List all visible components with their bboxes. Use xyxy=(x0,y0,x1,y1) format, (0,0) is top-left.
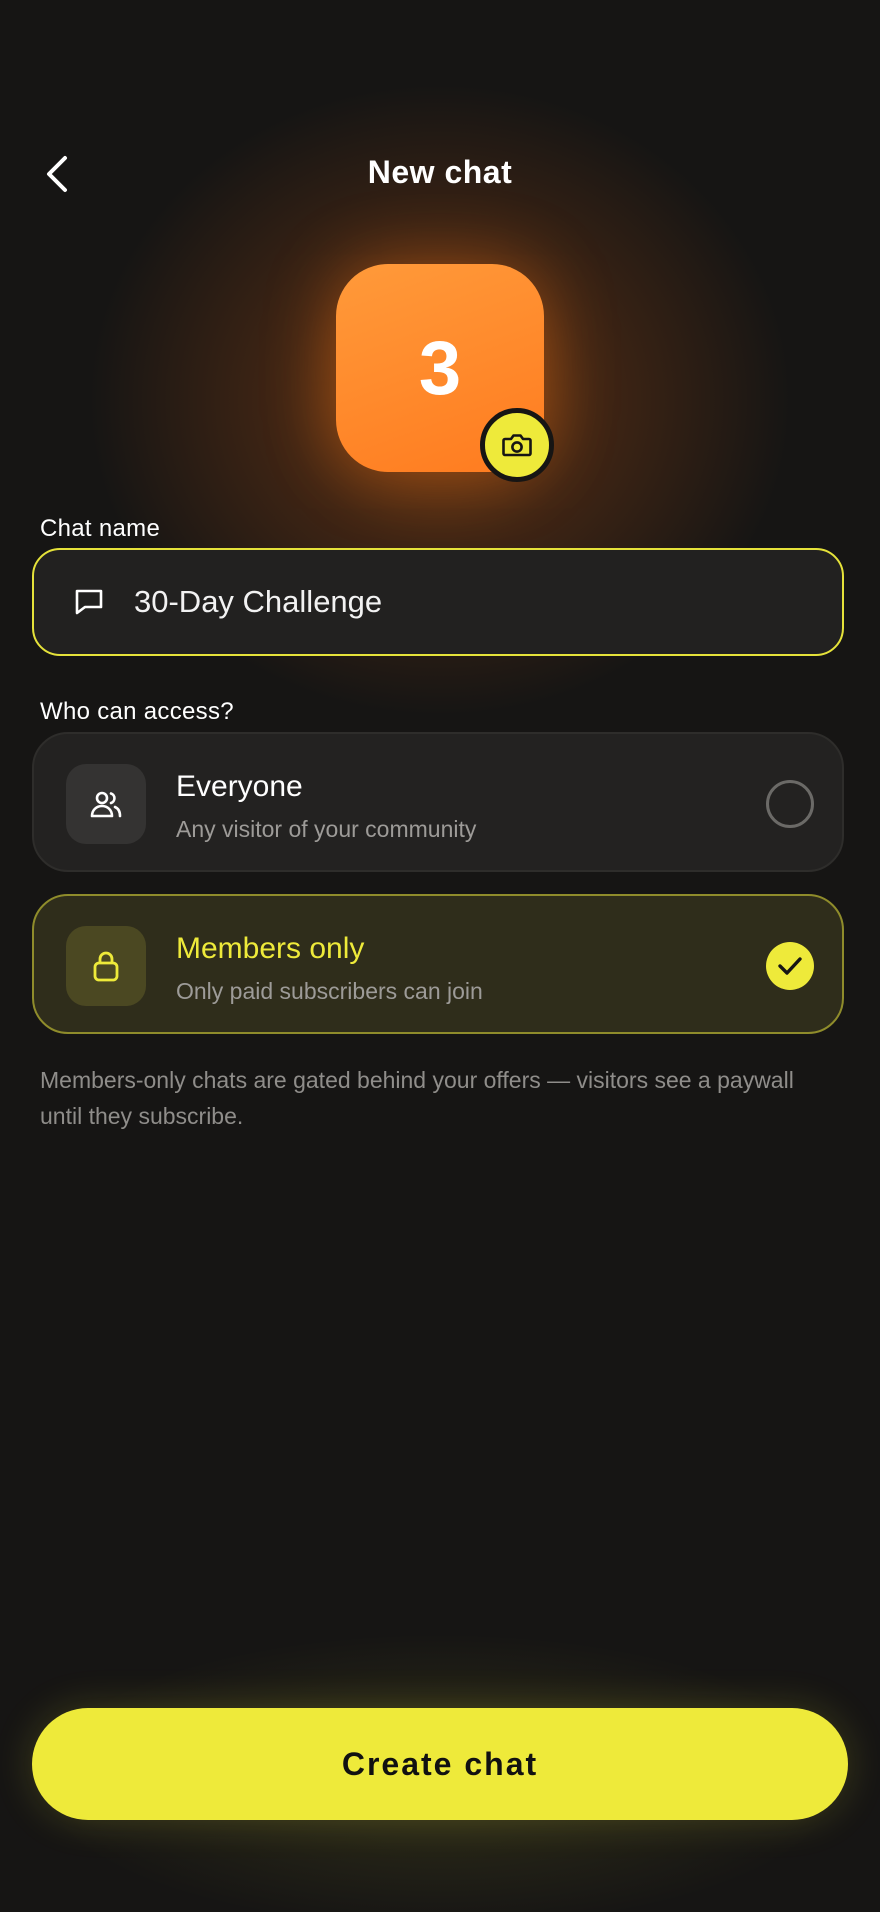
users-icon xyxy=(66,764,146,844)
option-subtitle: Only paid subscribers can join xyxy=(176,978,483,1004)
access-label: Who can access? xyxy=(40,698,234,725)
chat-name-input[interactable] xyxy=(132,583,776,621)
access-note: Members-only chats are gated behind your… xyxy=(40,1067,794,1129)
option-title: Everyone xyxy=(176,770,303,803)
lock-icon xyxy=(66,926,146,1006)
header: New chat xyxy=(0,140,880,210)
radio-selected[interactable] xyxy=(766,942,814,990)
page-title: New chat xyxy=(367,154,513,190)
change-photo-button[interactable] xyxy=(480,408,554,482)
create-chat-button[interactable]: Create chat xyxy=(32,1708,848,1820)
option-subtitle: Any visitor of your community xyxy=(176,816,477,842)
access-option-members-only[interactable]: Members only Only paid subscribers can j… xyxy=(32,894,844,1034)
camera-icon xyxy=(502,434,532,457)
option-title: Members only xyxy=(176,932,365,965)
avatar-initial: 3 xyxy=(418,325,462,411)
check-icon xyxy=(778,957,802,975)
new-chat-screen: New chat 3 Chat name Who can access? xyxy=(0,0,880,1912)
radio-unselected[interactable] xyxy=(766,780,814,828)
message-square-icon xyxy=(72,585,106,619)
access-option-everyone[interactable]: Everyone Any visitor of your community xyxy=(32,732,844,872)
chat-name-label: Chat name xyxy=(40,515,161,542)
chat-name-field[interactable] xyxy=(32,548,844,656)
chat-avatar-container: 3 xyxy=(336,264,554,482)
